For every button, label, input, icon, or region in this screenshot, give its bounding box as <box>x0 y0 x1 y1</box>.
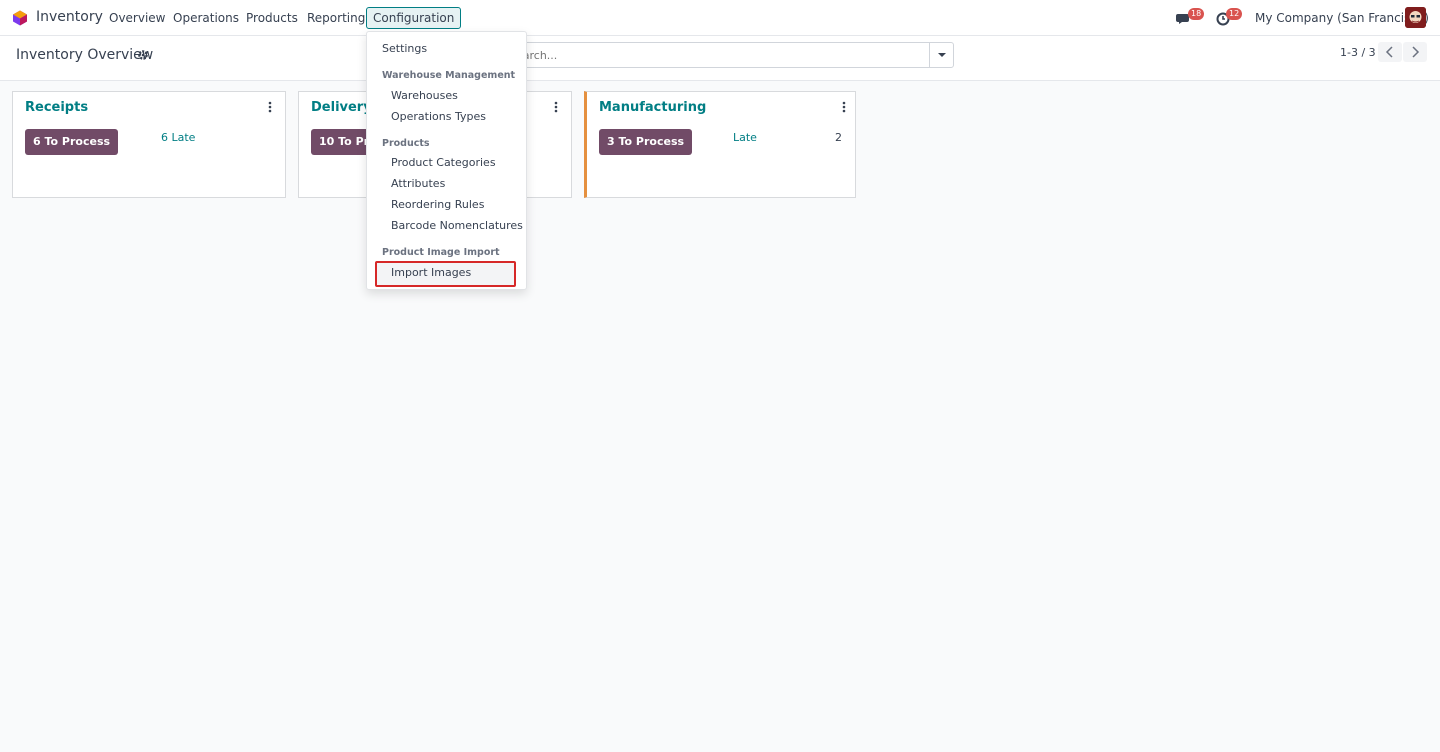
menu-item-barcode-nomenclatures[interactable]: Barcode Nomenclatures <box>391 219 523 232</box>
search-bar <box>500 42 954 68</box>
section-header-warehouse: Warehouse Management <box>382 70 516 81</box>
menu-reporting[interactable]: Reporting <box>307 11 365 25</box>
page-title: Inventory Overview <box>16 47 154 63</box>
company-switcher[interactable]: My Company (San Francisco) <box>1255 11 1429 25</box>
settings-gear-icon[interactable] <box>137 49 149 61</box>
user-avatar[interactable] <box>1405 7 1426 28</box>
search-options-toggle[interactable] <box>929 43 953 67</box>
kebab-menu-icon[interactable] <box>842 101 846 113</box>
operation-card-manufacturing: Manufacturing 3 To Process Late 2 <box>584 91 856 198</box>
menu-item-product-categories[interactable]: Product Categories <box>391 156 496 169</box>
late-count[interactable]: 2 <box>835 131 842 144</box>
late-link[interactable]: 6 Late <box>161 131 195 144</box>
menu-item-import-images[interactable]: Import Images <box>391 266 471 279</box>
pager-previous-button[interactable] <box>1378 42 1402 62</box>
section-header-products: Products <box>382 138 430 149</box>
to-process-button[interactable]: 3 To Process <box>599 129 693 155</box>
menu-overview[interactable]: Overview <box>109 11 166 25</box>
messages-count-badge: 18 <box>1188 8 1205 20</box>
menu-item-settings[interactable]: Settings <box>382 42 427 55</box>
menu-item-reordering-rules[interactable]: Reordering Rules <box>391 198 484 211</box>
card-title[interactable]: Receipts <box>25 100 88 115</box>
pager-value[interactable]: 1-3 / 3 <box>1340 46 1376 59</box>
chevron-left-icon <box>1385 46 1393 58</box>
menu-configuration[interactable]: Configuration <box>366 7 462 29</box>
caret-down-icon <box>938 53 946 57</box>
menu-item-warehouses[interactable]: Warehouses <box>391 89 458 102</box>
search-input[interactable] <box>509 47 919 63</box>
late-link[interactable]: Late <box>733 131 757 144</box>
configuration-dropdown-menu: Settings Warehouse Management Warehouses… <box>366 31 527 290</box>
kebab-menu-icon[interactable] <box>268 101 272 113</box>
menu-products[interactable]: Products <box>246 11 298 25</box>
app-name[interactable]: Inventory <box>36 9 103 25</box>
inventory-app-icon[interactable] <box>12 10 28 26</box>
section-header-image-import: Product Image Import <box>382 247 500 258</box>
pager-next-button[interactable] <box>1403 42 1427 62</box>
menu-item-attributes[interactable]: Attributes <box>391 177 445 190</box>
menu-operations[interactable]: Operations <box>173 11 239 25</box>
operation-card-receipts: Receipts 6 To Process 6 Late <box>12 91 286 198</box>
kebab-menu-icon[interactable] <box>554 101 558 113</box>
top-navbar: Inventory Overview Operations Products R… <box>0 0 1440 36</box>
chevron-right-icon <box>1412 46 1420 58</box>
control-panel: Inventory Overview 1-3 / 3 <box>0 36 1440 81</box>
card-title[interactable]: Manufacturing <box>599 100 706 115</box>
activities-count-badge: 12 <box>1226 8 1243 20</box>
menu-item-operations-types[interactable]: Operations Types <box>391 110 486 123</box>
to-process-button[interactable]: 6 To Process <box>25 129 119 155</box>
